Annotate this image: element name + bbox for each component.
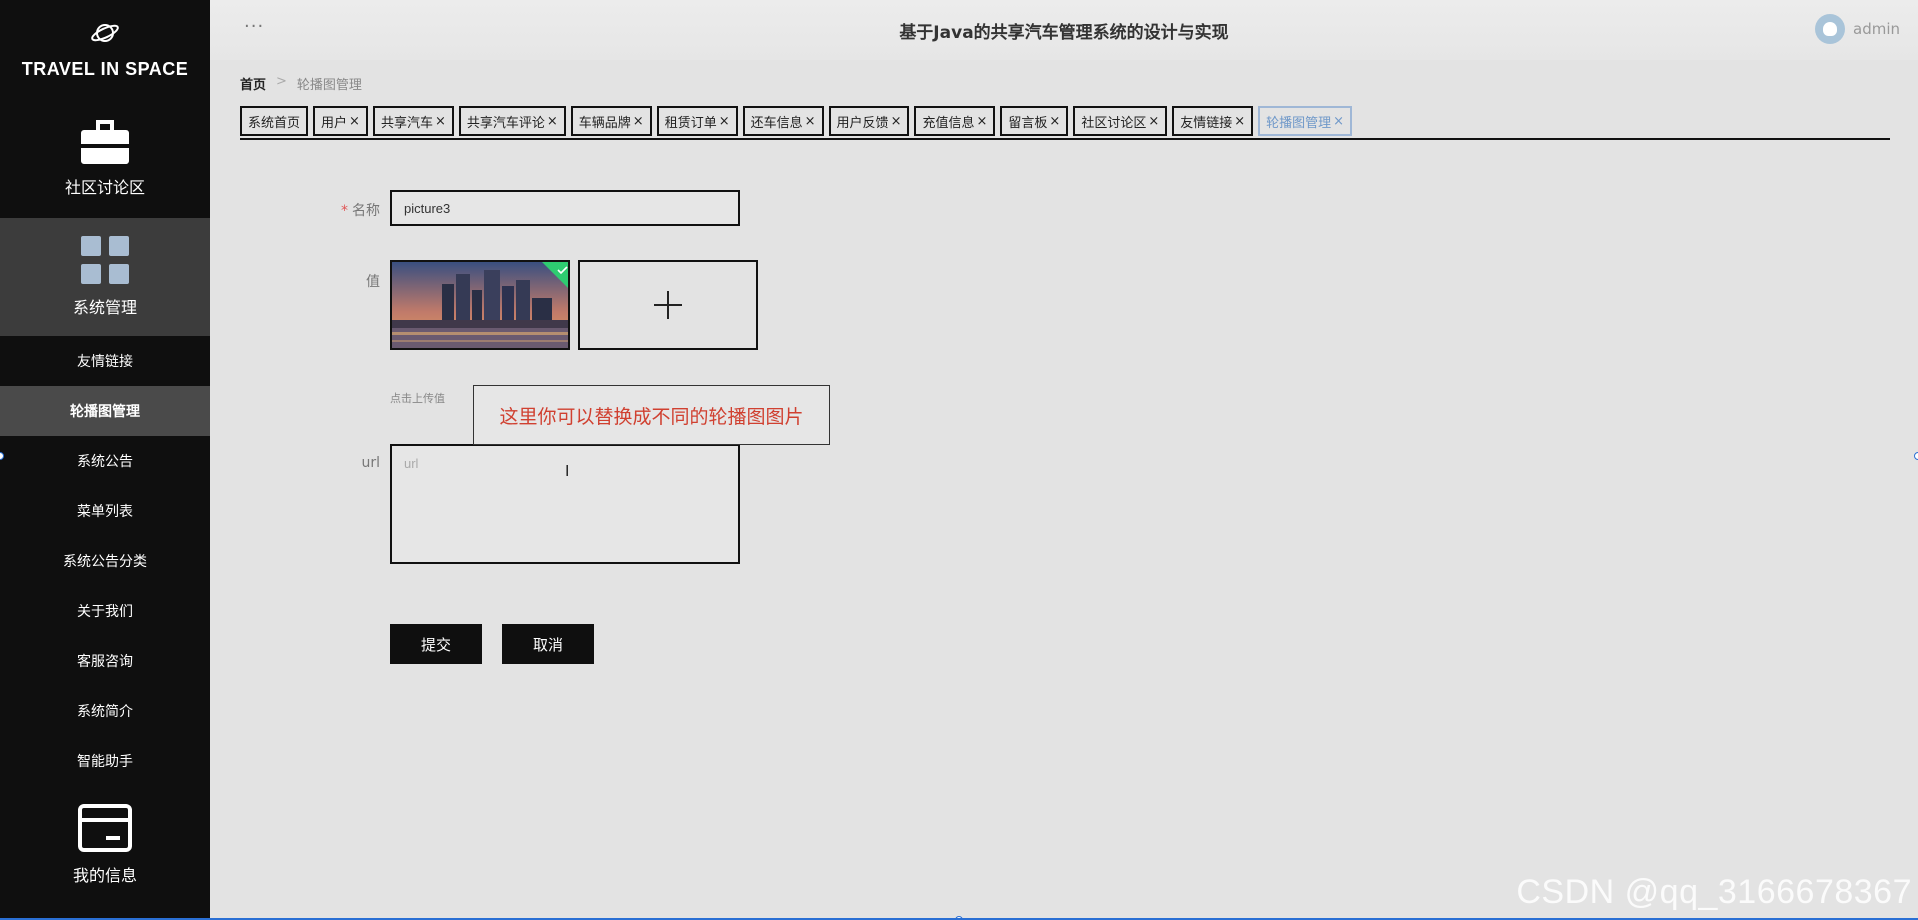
close-icon[interactable]: × bbox=[1234, 114, 1245, 129]
close-icon[interactable]: × bbox=[891, 114, 902, 129]
breadcrumb-separator: > bbox=[276, 74, 287, 89]
close-icon[interactable]: × bbox=[633, 114, 644, 129]
tab-return-info[interactable]: 还车信息 × bbox=[742, 106, 824, 136]
sidebar-item-customer-service[interactable]: 客服咨询 bbox=[0, 636, 210, 686]
tab-label: 社区讨论区 bbox=[1081, 115, 1147, 131]
close-icon[interactable]: × bbox=[435, 114, 446, 129]
plus-icon bbox=[654, 291, 682, 319]
card-icon bbox=[78, 804, 132, 852]
close-icon[interactable]: × bbox=[1049, 114, 1060, 129]
tab-label: 还车信息 bbox=[750, 115, 803, 131]
tab-users[interactable]: 用户 × bbox=[313, 106, 368, 136]
tab-label: 充值信息 bbox=[922, 115, 975, 131]
annotation-callout: 这里你可以替换成不同的轮播图图片 bbox=[473, 385, 830, 445]
nav-system-management-label: 系统管理 bbox=[72, 298, 137, 317]
sidebar: TRAVEL IN SPACE 社区讨论区 系统管理 友情链接 轮播图管理 系统… bbox=[0, 0, 210, 920]
sidebar-item-announcement-categories[interactable]: 系统公告分类 bbox=[0, 536, 210, 586]
briefcase-icon bbox=[81, 120, 129, 164]
tab-recharge-info[interactable]: 充值信息 × bbox=[914, 106, 996, 136]
tab-system-home[interactable]: 系统首页 bbox=[240, 106, 309, 136]
sidebar-item-menu-list[interactable]: 菜单列表 bbox=[0, 486, 210, 536]
sidebar-item-announcements[interactable]: 系统公告 bbox=[0, 436, 210, 486]
brand-name: TRAVEL IN SPACE bbox=[21, 59, 189, 79]
nav-my-info[interactable]: 我的信息 bbox=[0, 786, 210, 904]
cancel-button[interactable]: 取消 bbox=[502, 624, 594, 664]
tab-carousel-management[interactable]: 轮播图管理 × bbox=[1258, 106, 1353, 136]
tab-label: 轮播图管理 bbox=[1266, 115, 1332, 131]
submit-button[interactable]: 提交 bbox=[390, 624, 482, 664]
close-icon[interactable]: × bbox=[976, 114, 987, 129]
sidebar-item-carousel[interactable]: 轮播图管理 bbox=[0, 386, 210, 436]
name-label-text: 名称 bbox=[352, 203, 380, 219]
logo[interactable]: TRAVEL IN SPACE bbox=[0, 0, 210, 100]
breadcrumb-home[interactable]: 首页 bbox=[240, 74, 266, 93]
user-menu[interactable]: admin bbox=[1815, 14, 1900, 44]
sidebar-item-about-us[interactable]: 关于我们 bbox=[0, 586, 210, 636]
nav-community-label: 社区讨论区 bbox=[64, 178, 145, 197]
tab-label: 共享汽车 bbox=[380, 115, 433, 131]
nav-system-management[interactable]: 系统管理 bbox=[0, 218, 210, 336]
tab-car-brands[interactable]: 车辆品牌 × bbox=[570, 106, 652, 136]
tab-rental-orders[interactable]: 租赁订单 × bbox=[656, 106, 738, 136]
tab-label: 友情链接 bbox=[1180, 115, 1233, 131]
uploaded-image-thumbnail[interactable] bbox=[390, 260, 570, 350]
name-input[interactable] bbox=[390, 190, 740, 226]
tab-label: 系统首页 bbox=[248, 115, 301, 131]
nav-my-info-label: 我的信息 bbox=[72, 866, 137, 885]
watermark: CSDN @qq_3166678367 bbox=[1516, 873, 1912, 911]
tab-message-board[interactable]: 留言板 × bbox=[1000, 106, 1069, 136]
close-icon[interactable]: × bbox=[1333, 114, 1344, 129]
tab-car-reviews[interactable]: 共享汽车评论 × bbox=[458, 106, 566, 136]
breadcrumb: 首页 > 轮播图管理 bbox=[240, 74, 362, 93]
tab-shared-cars[interactable]: 共享汽车 × bbox=[372, 106, 454, 136]
close-icon[interactable]: × bbox=[719, 114, 730, 129]
avatar[interactable] bbox=[1815, 14, 1845, 44]
header: ··· 基于Java的共享汽车管理系统的设计与实现 admin bbox=[210, 0, 1918, 60]
tab-label: 共享汽车评论 bbox=[466, 115, 545, 131]
name-label: * 名称 bbox=[300, 200, 380, 220]
planet-icon bbox=[90, 20, 120, 51]
url-label: url bbox=[361, 455, 380, 471]
sidebar-item-smart-assistant[interactable]: 智能助手 bbox=[0, 736, 210, 786]
tab-label: 租赁订单 bbox=[664, 115, 717, 131]
selection-handle-right[interactable] bbox=[1914, 452, 1918, 460]
close-icon[interactable]: × bbox=[805, 114, 816, 129]
tab-label: 留言板 bbox=[1008, 115, 1048, 131]
required-mark: * bbox=[341, 203, 348, 219]
tab-label: 用户 bbox=[321, 115, 348, 131]
close-icon[interactable]: × bbox=[349, 114, 360, 129]
tab-user-feedback[interactable]: 用户反馈 × bbox=[828, 106, 910, 136]
breadcrumb-current: 轮播图管理 bbox=[296, 78, 362, 93]
sidebar-item-friend-links[interactable]: 友情链接 bbox=[0, 336, 210, 386]
tab-label: 用户反馈 bbox=[836, 115, 889, 131]
tab-friend-links[interactable]: 友情链接 × bbox=[1172, 106, 1254, 136]
tab-community[interactable]: 社区讨论区 × bbox=[1073, 106, 1168, 136]
username[interactable]: admin bbox=[1853, 20, 1900, 38]
tab-bar: 系统首页 用户 × 共享汽车 × 共享汽车评论 × 车辆品牌 × 租赁订单 × 还车信息 ×… bbox=[240, 106, 1890, 140]
grid-icon bbox=[81, 236, 129, 284]
close-icon[interactable]: × bbox=[547, 114, 558, 129]
nav-community[interactable]: 社区讨论区 bbox=[0, 100, 210, 218]
tab-label: 车辆品牌 bbox=[578, 115, 631, 131]
upload-button[interactable] bbox=[578, 260, 758, 350]
upload-hint: 点击上传值 bbox=[390, 392, 445, 405]
page-title: 基于Java的共享汽车管理系统的设计与实现 bbox=[899, 23, 1229, 43]
sidebar-item-system-intro[interactable]: 系统简介 bbox=[0, 686, 210, 736]
text-cursor-icon: I bbox=[565, 462, 570, 480]
value-label: 值 bbox=[366, 274, 380, 290]
close-icon[interactable]: × bbox=[1148, 114, 1159, 129]
